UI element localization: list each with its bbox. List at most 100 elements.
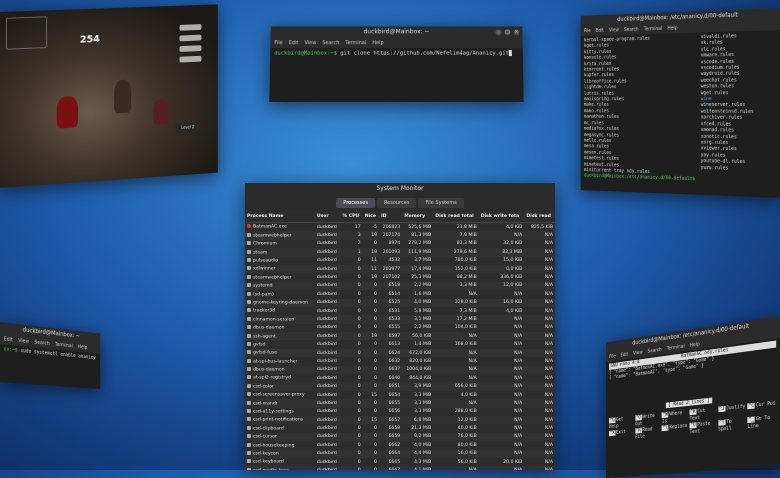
table-row[interactable]: dbus-daemon duckbird 0 0 6555 2,2 MiB 104,0 Ki…: [245, 324, 555, 332]
table-cell: duckbird: [316, 224, 337, 230]
terminal-window-rules[interactable]: duckbird@Mainbox: /etc/ananicy.d/00-defa…: [580, 8, 780, 198]
table-cell: N/A: [544, 459, 553, 465]
table-cell: 4,0 KiB: [460, 392, 477, 398]
table-cell: 6656: [388, 409, 401, 415]
table-row[interactable]: cinnamon-session duckbird 0 0 6533 3,1 MiB 17,…: [245, 315, 555, 324]
table-row[interactable]: xdlwinner duckbird 0 11 203977 17,4 MiB 152,0 …: [245, 264, 555, 274]
column-header[interactable]: Memory: [402, 211, 434, 223]
table-row[interactable]: steamwebhelper duckbird 3 19 207174 81,3 MiB 7…: [245, 231, 555, 240]
column-header[interactable]: Disk read total: [433, 211, 479, 223]
menu-terminal[interactable]: Terminal: [644, 25, 662, 33]
column-header[interactable]: Process Name: [245, 211, 315, 223]
table-row[interactable]: csd-cursor duckbird 0 0 6659 9,2 MiB 76,0 KiB N…: [245, 432, 555, 442]
menu-edit[interactable]: Edit: [4, 335, 13, 344]
table-row[interactable]: steamwebhelper duckbird 0 19 207102 25,3 MiB 8…: [245, 273, 555, 281]
column-header[interactable]: User: [314, 211, 341, 223]
nano-editor[interactable]: GNU nano 4.8 BatmanAC ody.rules { "name"…: [605, 338, 780, 478]
menu-search[interactable]: Search: [322, 39, 339, 47]
menu-terminal[interactable]: Terminal: [55, 341, 73, 350]
menu-file[interactable]: File: [274, 39, 282, 47]
table-cell: steamwebhelper: [245, 273, 315, 281]
table-row[interactable]: csd-media-keysduckbird0066674,1 MiBN/AN/…: [245, 466, 555, 470]
table-cell: 17,4 MiB: [402, 264, 434, 274]
table-cell: 0: [357, 325, 361, 331]
table-cell: N/A: [544, 442, 553, 448]
maximize-button[interactable]: □: [504, 29, 511, 36]
table-row[interactable]: csd-keyboard duckbird 0 0 6665 4,3 MiB 56,0 Ki…: [245, 458, 555, 466]
minimize-button[interactable]: –: [495, 29, 502, 36]
table-row[interactable]: systemd duckbird 0 0 6518 2,2 MiB 3,3 MiB 12,0 …: [245, 281, 555, 291]
table-row[interactable]: at-spi2-registryd duckbird 0 0 6640 844,0 KiB…: [245, 374, 555, 382]
table-row[interactable]: at-spi-bus-launcher duckbird 0 0 6632 820,0 K…: [245, 357, 555, 365]
close-button[interactable]: ×: [513, 29, 520, 36]
tab-processes[interactable]: Processes: [336, 198, 375, 208]
menu-help[interactable]: Help: [372, 39, 383, 47]
table-row[interactable]: csd-color duckbird 0 0 6651 3,9 MiB 656,0 KiB N…: [245, 382, 555, 391]
table-row[interactable]: pulseaudio duckbird 0 11 4532 3,7 MiB 780,0 Ki…: [245, 257, 555, 265]
menu-help[interactable]: Help: [667, 24, 677, 32]
table-row[interactable]: gvfsd-fuse duckbird 0 0 6624 672,0 KiB N/A N/A N…: [245, 348, 555, 358]
table-cell: 83,3 MiB: [456, 241, 477, 247]
column-header[interactable]: Disk write tota: [478, 211, 525, 223]
process-icon: [247, 341, 251, 346]
table-row[interactable]: ssh-agent duckbird 0 19 6597 56,0 KiB N/A N/A N/…: [245, 332, 555, 341]
menu-terminal[interactable]: Terminal: [345, 39, 366, 47]
menu-help[interactable]: Help: [78, 343, 87, 351]
table-row[interactable]: csd-housekeeping duckbird 0 0 6662 4,0 MiB 80,…: [245, 441, 555, 449]
terminal-window-systemctl[interactable]: duckbird@Mainbox: ~ Edit View Search Ter…: [0, 322, 101, 390]
table-cell: 81,3 MiB: [402, 231, 434, 240]
table-row[interactable]: csd-a11y-settings duckbird 0 0 6656 3,3 MiB 28…: [245, 408, 555, 416]
table-row[interactable]: csd-print-notifications duckbird 0 15 6657 6,…: [245, 415, 555, 425]
table-row[interactable]: gnome-keyring-daemon duckbird 0 0 6525 4,0 Mi…: [245, 298, 555, 307]
terminal-body[interactable]: kerbal-space-program.rules kget.rules kitt…: [580, 30, 780, 198]
table-row[interactable]: csd-clipboard duckbird 0 0 6658 21,3 MiB 40,0 …: [245, 424, 555, 432]
menu-edit[interactable]: Edit: [596, 27, 604, 35]
rules-list-column: vivaldi.rules vk.rules vlc.rules vmware.rul…: [701, 32, 776, 196]
table-row[interactable]: dbus-daemon duckbird 0 0 6637 1004,0 KiB N/A N/…: [245, 365, 555, 375]
table-row[interactable]: BatmanAC.exe duckbird 17 -5 206823 525,6 MiB 2…: [245, 223, 555, 232]
table-row[interactable]: gvfsd duckbird 0 0 6613 1,4 MiB 168,0 KiB N/A N/…: [245, 340, 555, 348]
table-cell: 3,3 MiB: [414, 392, 432, 398]
table-row[interactable]: (sd-pam) duckbird 0 0 6514 1,6 MiB N/A N/A N/A: [245, 290, 555, 298]
table-cell: 0: [374, 375, 378, 381]
window-titlebar[interactable]: System Monitor: [245, 183, 555, 195]
menu-view[interactable]: View: [609, 26, 619, 34]
column-header[interactable]: Nice: [362, 211, 380, 223]
menu-help[interactable]: Help: [690, 341, 700, 350]
menu-view[interactable]: View: [18, 337, 29, 346]
table-cell: 288,0 KiB: [454, 409, 477, 415]
tab-file-systems[interactable]: File Systems: [418, 198, 464, 208]
terminal-window-clone[interactable]: duckbird@Mainbox: ~ – □ × File Edit View…: [269, 26, 524, 103]
window-titlebar[interactable]: duckbird@Mainbox: ~ – □ ×: [270, 26, 523, 39]
table-cell: 3,7 MiB: [414, 258, 432, 264]
table-cell: 5,8 MiB: [414, 308, 432, 314]
terminal-window-nano[interactable]: duckbird@Mainbox: /etc/ananicy.d/00-defa…: [605, 316, 780, 478]
menu-edit[interactable]: Edit: [620, 351, 628, 359]
table-cell: N/A: [433, 348, 479, 358]
table-row[interactable]: csd-xrandr duckbird 0 0 6655 3,3 MiB N/A N/A N/A: [245, 399, 555, 408]
table-row[interactable]: csd-keycon duckbird 0 0 6664 4,4 MiB 16,0 KiB N…: [245, 449, 555, 458]
menu-edit[interactable]: Edit: [289, 39, 299, 47]
table-cell: 40,0 KiB: [457, 426, 477, 432]
menu-file[interactable]: File: [584, 27, 591, 35]
tab-resources[interactable]: Resources: [376, 198, 417, 208]
menu-search[interactable]: Search: [34, 339, 49, 348]
table-row[interactable]: steam duckbird 1 19 201093 111,9 MiB 279,6 MiB…: [245, 248, 555, 257]
menu-search[interactable]: Search: [624, 26, 639, 34]
terminal-body[interactable]: duckbird@Mainbox:~$ git clone https://gi…: [269, 48, 524, 103]
process-icon: [247, 367, 251, 372]
menu-view[interactable]: View: [304, 39, 316, 47]
table-row[interactable]: tracker3d duckbird 0 0 6531 5,8 MiB 7,3 MiB 4,0…: [245, 307, 555, 315]
table-cell: 0: [357, 275, 361, 281]
table-cell: N/A: [468, 358, 477, 364]
table-row[interactable]: csd-screensaver-proxy duckbird 0 15 6654 3,3 …: [245, 391, 555, 399]
system-monitor-window[interactable]: System Monitor Processes Resources File …: [245, 183, 555, 470]
table-cell: 0: [357, 426, 361, 432]
column-header[interactable]: Disk read: [524, 211, 555, 223]
column-header[interactable]: % CPU: [340, 211, 363, 223]
table-row[interactable]: Chromium duckbird 2 0 8974 279,2 MiB 83,3 MiB 3…: [245, 240, 555, 248]
column-header[interactable]: ID: [379, 211, 403, 223]
game-window[interactable]: 254 Level 2: [0, 4, 218, 189]
menu-file[interactable]: File: [609, 353, 616, 361]
table-cell: N/A: [544, 342, 553, 348]
